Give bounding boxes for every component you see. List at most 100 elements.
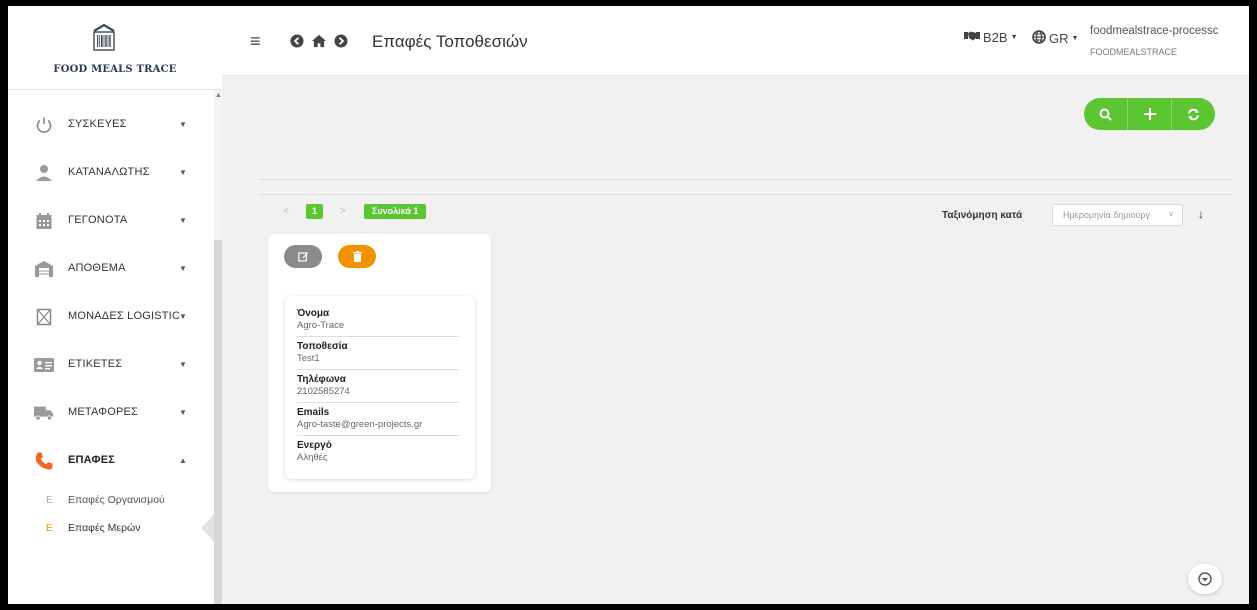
field-location: Τοποθεσία Test1 [297,341,469,364]
caret-down-icon: ▼ [179,360,187,369]
subitem-letter: E [46,495,53,506]
chevron-down-icon: ∨ [1168,209,1174,218]
b2b-label: B2B [983,30,1008,45]
plus-icon [1143,108,1156,120]
active-indicator [201,514,214,542]
subitem-letter: E [46,523,53,534]
barcode-logo-icon [93,23,115,51]
sidebar: FOOD MEALS TRACE ▲ ΣΥΣΚΕΥΕΣ ▼ ΚΑΤΑΝΑΛΩΤΗ… [8,6,222,604]
sidebar-item-label: ΚΑΤΑΝΑΛΩΤΗΣ [68,166,150,178]
calendar-icon [34,211,54,231]
sidebar-item-label: ΑΠΟΘΕΜΑ [68,262,126,274]
sidebar-item-events[interactable]: ΓΕΓΟΝΟΤΑ ▼ [8,197,208,245]
field-phones: Τηλέφωνα 2102585274 [297,374,469,397]
caret-down-icon: ▼ [179,264,187,273]
divider [297,402,459,403]
caret-down-icon: ▼ [179,168,187,177]
sidebar-item-label: ΓΕΓΟΝΟΤΑ [68,214,128,226]
user-name[interactable]: foodmealstrace-processc [1090,25,1218,37]
refresh-button[interactable] [1171,98,1215,130]
field-active: Ενεργό Αληθές [297,440,469,463]
edit-button[interactable] [284,245,322,268]
refresh-icon [1188,108,1199,120]
sidebar-item-consumer[interactable]: ΚΑΤΑΝΑΛΩΤΗΣ ▼ [8,149,208,197]
sort-selected-value: Ημερομηνία δημιουργ [1063,210,1150,220]
add-button[interactable] [1127,98,1171,130]
nav-icons [290,34,348,48]
divider [297,336,459,337]
contact-card: Όνομα Agro-Trace Τοποθεσία Test1 Τηλέφων… [268,234,491,492]
sidebar-item-label: ΣΥΣΚΕΥΕΣ [68,118,127,130]
hamburger-menu-icon[interactable]: ≡ [250,32,261,50]
sidebar-item-stock[interactable]: ΑΠΟΘΕΜΑ ▼ [8,245,208,293]
search-button[interactable] [1084,98,1127,130]
sidebar-subitem-party-contacts[interactable]: E Επαφές Μερών [8,517,208,541]
prev-page-icon[interactable]: < [283,206,289,217]
b2b-menu[interactable]: B2B ▼ [964,30,1018,45]
back-icon[interactable] [290,34,304,48]
next-page-icon[interactable]: > [340,206,346,217]
edit-icon [297,252,308,262]
power-icon [34,115,54,135]
sidebar-item-logistic-units[interactable]: ΜΟΝΑΔΕΣ LOGISTIC ▼ [8,293,208,341]
user-icon [34,163,54,183]
field-emails: Emails Agro-taste@green-projects.gr [297,407,469,430]
caret-down-icon: ▼ [1010,34,1018,41]
field-value: Agro-Trace [297,320,345,331]
label-icon [34,355,54,375]
contact-details: Όνομα Agro-Trace Τοποθεσία Test1 Τηλέφων… [285,296,475,479]
sidebar-item-label: ΕΤΙΚΕΤΕΣ [68,358,123,370]
total-count-badge: Συνολικά 1 [364,204,427,219]
forward-icon[interactable] [334,34,348,48]
field-value: 2102585274 [297,386,350,397]
caret-up-icon: ▲ [179,456,187,465]
sort-select[interactable]: Ημερομηνία δημιουργ ∨ [1052,204,1183,226]
home-icon[interactable] [312,34,326,48]
divider [297,369,459,370]
subitem-label: Επαφές Οργανισμού [68,494,165,506]
warehouse-icon [34,259,54,279]
page-title: Επαφές Τοποθεσιών [372,32,528,51]
action-button-group [1084,98,1215,130]
sidebar-item-devices[interactable]: ΣΥΣΚΕΥΕΣ ▼ [8,101,208,149]
field-value: Αληθές [297,452,328,463]
sidebar-subitem-org-contacts[interactable]: E Επαφές Οργανισμού [8,489,208,513]
current-page-button[interactable]: 1 [306,204,323,219]
divider [297,435,459,436]
sidebar-item-labels[interactable]: ΕΤΙΚΕΤΕΣ ▼ [8,341,208,389]
language-menu[interactable]: GR ▼ [1032,30,1078,47]
sidebar-item-contacts[interactable]: ΕΠΑΦΕΣ ▲ [8,437,208,485]
field-value: Test1 [297,353,320,364]
caret-down-icon: ▼ [179,120,187,129]
phone-icon [34,451,54,471]
caret-down-icon: ▼ [179,312,187,321]
divider [258,179,1233,180]
top-header: ≡ Επαφές Τοποθεσιών B2B ▼ GR ▼ foodmeals… [222,6,1249,76]
delete-button[interactable] [338,245,376,268]
field-label: Τηλέφωνα [297,374,346,385]
divider [258,194,1233,195]
brand-logo[interactable]: FOOD MEALS TRACE [8,6,222,90]
trash-icon [352,251,362,262]
sort-direction-arrow-down-icon[interactable]: ↓ [1198,207,1204,221]
field-name: Όνομα Agro-Trace [297,308,469,331]
sort-label: Ταξινόμηση κατά [942,210,1023,221]
handshake-icon [964,30,980,45]
sidebar-item-transports[interactable]: ΜΕΤΑΦΟΡΕΣ ▼ [8,389,208,437]
caret-down-icon: ▼ [1071,35,1079,42]
field-label: Όνομα [297,308,330,319]
truck-icon [34,403,54,423]
download-button[interactable] [1188,564,1222,594]
caret-down-icon: ▼ [179,408,187,417]
globe-icon [1032,30,1046,47]
subitem-label: Επαφές Μερών [68,522,141,534]
sidebar-item-label: ΕΠΑΦΕΣ [68,454,116,466]
field-value: Agro-taste@green-projects.gr [297,419,423,430]
search-icon [1099,108,1112,121]
sidebar-scroll-thumb[interactable] [214,240,222,604]
field-label: Τοποθεσία [297,341,348,352]
scroll-up-icon[interactable]: ▲ [215,92,222,99]
box-icon [34,307,54,327]
caret-down-icon: ▼ [179,216,187,225]
download-icon [1198,572,1212,586]
